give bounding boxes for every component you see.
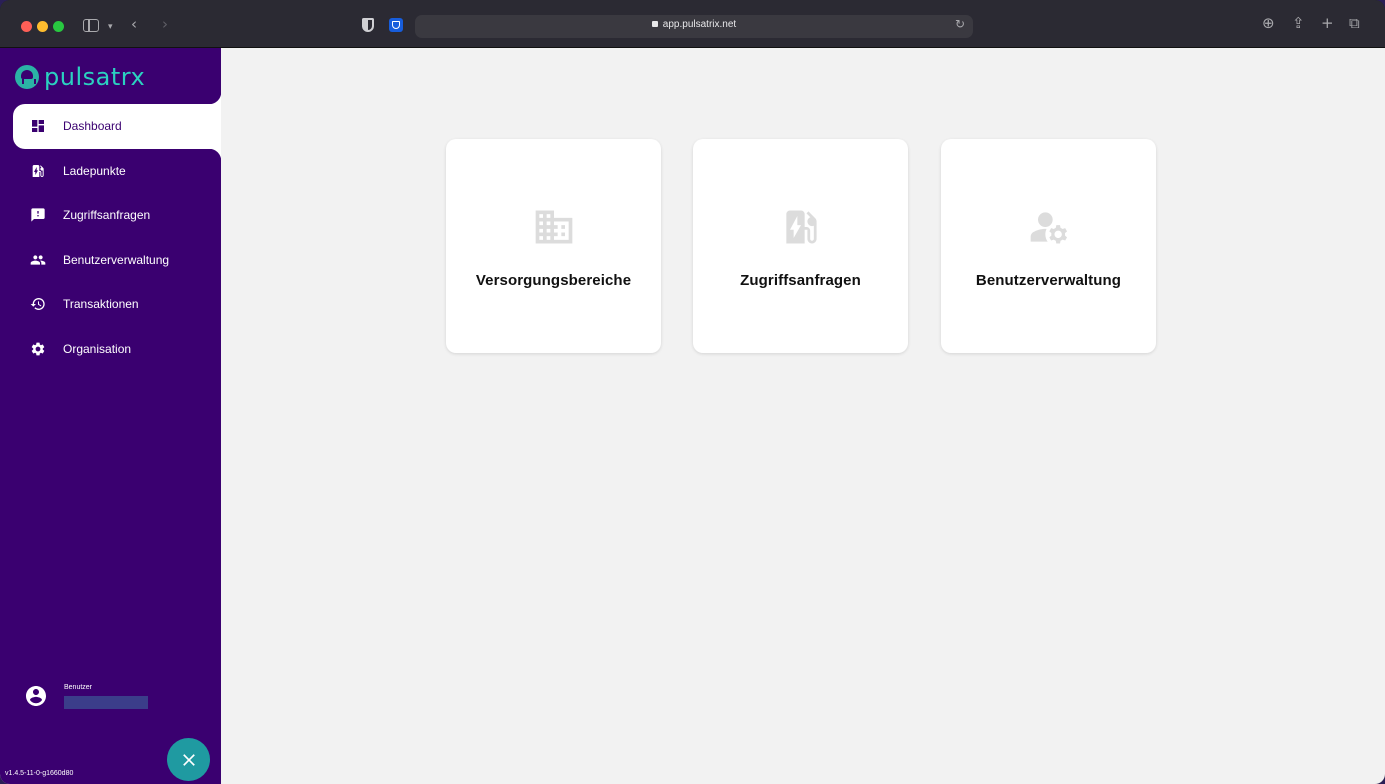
sidebar-item-label: Transaktionen xyxy=(63,297,139,312)
close-icon xyxy=(182,753,195,766)
fullscreen-window-button[interactable] xyxy=(53,21,64,32)
app-main: pulsatrx Dashboard Ladepunkte Zugriffsan… xyxy=(0,48,1385,784)
card-versorgungsbereiche[interactable]: Versorgungsbereiche xyxy=(446,139,661,353)
lock-icon xyxy=(651,21,658,27)
card-label: Versorgungsbereiche xyxy=(475,272,632,289)
sidebar-item-label: Organisation xyxy=(63,341,132,356)
gear-icon xyxy=(30,341,46,357)
feedback-icon xyxy=(30,207,46,223)
user-label: Benutzer xyxy=(64,684,93,691)
building-icon xyxy=(446,205,661,249)
ev-station-icon xyxy=(693,205,908,249)
password-manager-icon[interactable] xyxy=(389,18,403,32)
sidebar-item-zugriffsanfragen[interactable]: Zugriffsanfragen xyxy=(0,193,221,238)
card-benutzerverwaltung[interactable]: Benutzerverwaltung xyxy=(941,139,1156,353)
sidebar-item-label: Benutzerverwaltung xyxy=(63,252,170,267)
sidebar-item-ladepunkte[interactable]: Ladepunkte xyxy=(0,149,221,194)
dashboard-icon xyxy=(30,118,46,134)
close-window-button[interactable] xyxy=(21,21,32,32)
user-account[interactable]: Benutzer xyxy=(24,684,148,713)
share-icon[interactable]: ⇪ xyxy=(1292,14,1305,32)
close-sidebar-button[interactable] xyxy=(167,738,210,781)
user-meta: Benutzer xyxy=(64,684,148,709)
forward-icon[interactable]: › xyxy=(162,14,168,34)
minimize-window-button[interactable] xyxy=(37,21,48,32)
card-zugriffsanfragen[interactable]: Zugriffsanfragen xyxy=(693,139,908,353)
sidebar-item-label: Zugriffsanfragen xyxy=(63,208,151,223)
browser-window: ▾ ‹ › app.pulsatrix.net ↻ ⊕ ⇪ + ⧉ pulsat… xyxy=(0,0,1385,784)
sidebar-item-label: Dashboard xyxy=(63,119,122,134)
history-icon xyxy=(30,296,46,312)
app-sidebar: pulsatrx Dashboard Ladepunkte Zugriffsan… xyxy=(0,48,221,784)
owl-logo-icon xyxy=(15,65,39,89)
chevron-down-icon[interactable]: ▾ xyxy=(108,17,113,37)
account-circle-icon xyxy=(24,684,48,713)
download-icon[interactable]: ⊕ xyxy=(1262,14,1275,32)
card-label: Zugriffsanfragen xyxy=(740,272,861,289)
manage-accounts-icon xyxy=(941,205,1156,249)
sidebar-nav: Dashboard Ladepunkte Zugriffsanfragen Be… xyxy=(0,92,221,372)
back-icon[interactable]: ‹ xyxy=(131,14,137,34)
address-bar[interactable]: app.pulsatrix.net ↻ xyxy=(415,15,973,38)
logo-text: pulsatrx xyxy=(44,63,146,91)
sidebar-item-benutzerverwaltung[interactable]: Benutzerverwaltung xyxy=(0,238,221,283)
brand-logo[interactable]: pulsatrx xyxy=(15,62,145,92)
browser-titlebar: ▾ ‹ › app.pulsatrix.net ↻ ⊕ ⇪ + ⧉ xyxy=(0,0,1385,48)
privacy-shield-icon[interactable] xyxy=(362,18,374,32)
sidebar-item-organisation[interactable]: Organisation xyxy=(0,327,221,372)
new-tab-icon[interactable]: + xyxy=(1321,14,1334,32)
ev-station-icon xyxy=(30,163,46,179)
version-label: v1.4.5-11-0-g1660d80 xyxy=(5,770,74,777)
sidebar-item-dashboard[interactable]: Dashboard xyxy=(13,92,221,160)
card-label: Benutzerverwaltung xyxy=(975,272,1122,289)
sidebar-toggle-icon[interactable] xyxy=(83,19,99,32)
sidebar-item-label: Ladepunkte xyxy=(63,163,126,178)
user-name-redacted xyxy=(64,696,148,709)
url-text: app.pulsatrix.net xyxy=(662,19,737,30)
people-icon xyxy=(30,252,46,268)
reload-icon[interactable]: ↻ xyxy=(955,17,965,31)
sidebar-item-transaktionen[interactable]: Transaktionen xyxy=(0,282,221,327)
tab-overview-icon[interactable]: ⧉ xyxy=(1349,14,1360,32)
